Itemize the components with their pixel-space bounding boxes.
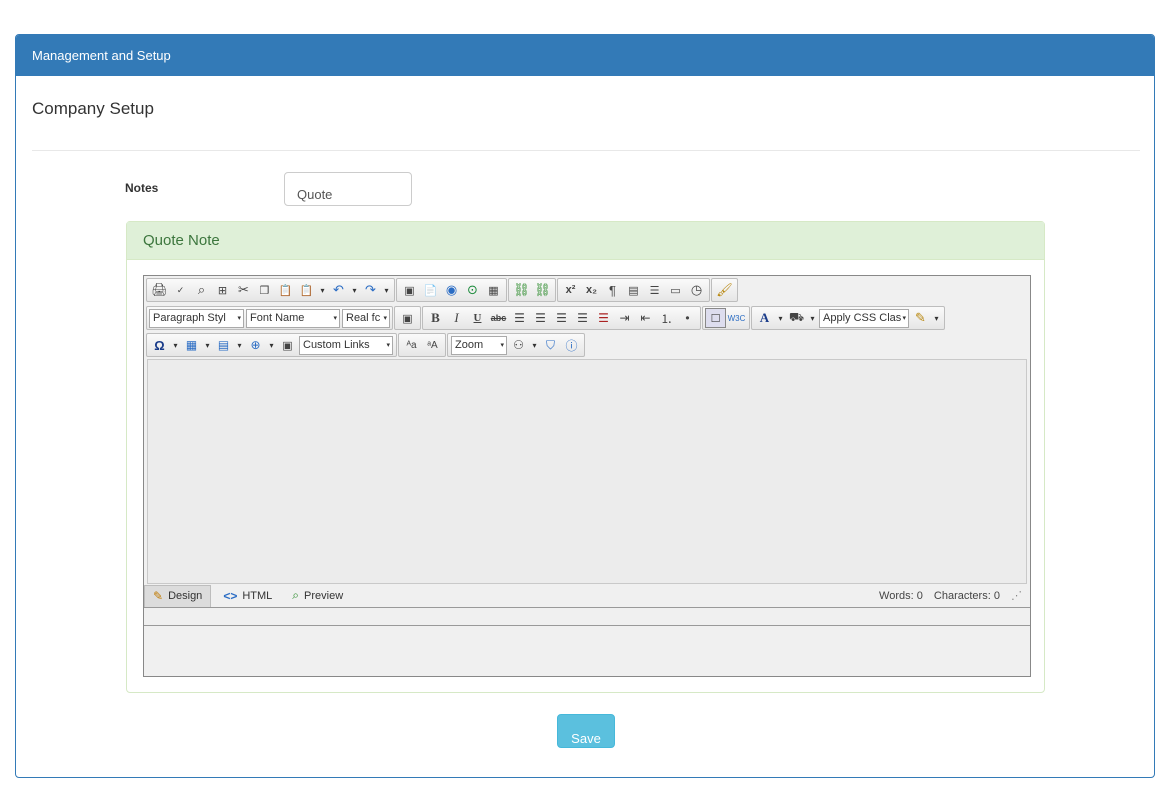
undo-icon[interactable]: ↶ [328, 280, 349, 300]
numbered-list-icon[interactable]: ⒈ [656, 308, 677, 328]
save-button[interactable]: Save [557, 714, 615, 748]
track-changes-icon[interactable]: ⛉ [540, 335, 561, 355]
apply-css-class-dropdown[interactable]: Apply CSS Clas ▾ [819, 308, 909, 328]
clock-icon[interactable]: ◷ [686, 280, 707, 300]
insert-symbol-dropdown-icon[interactable]: ▾ [234, 335, 245, 355]
panel-heading: Management and Setup [16, 35, 1154, 76]
strikethrough-icon[interactable]: abc [488, 308, 509, 328]
pencil-icon: ✎ [153, 589, 164, 603]
print-icon[interactable]: 🖨 [149, 280, 170, 300]
insert-table-icon[interactable]: ▦ [181, 335, 202, 355]
editor-mode-bar: ✎ Design <> HTML ⌕ Preview Words: 0 Char… [144, 584, 1030, 608]
font-name-dropdown[interactable]: Font Name ▾ [246, 308, 340, 328]
code-icon: <> [223, 588, 238, 603]
notes-label: Notes [125, 181, 159, 195]
design-tab[interactable]: ✎ Design [144, 584, 212, 607]
format-sets-dropdown-icon[interactable]: ▾ [931, 308, 942, 328]
insert-symbol-icon[interactable]: ▤ [213, 335, 234, 355]
font-size-dropdown[interactable]: Real fc ▾ [342, 308, 390, 328]
about-icon[interactable]: ⓘ [561, 335, 582, 355]
redo-dropdown-icon[interactable]: ▾ [381, 280, 392, 300]
convert-uppercase-icon[interactable]: ᵃA [422, 335, 443, 355]
paste-dropdown-icon[interactable]: ▾ [317, 280, 328, 300]
html-tab[interactable]: <> HTML [215, 585, 280, 607]
convert-lowercase-icon[interactable]: ᴬa [401, 335, 422, 355]
word-count: Words: 0 [879, 590, 923, 602]
image-map-icon[interactable]: ▣ [277, 335, 298, 355]
find-icon[interactable]: ⌕ [191, 280, 212, 300]
cut-icon[interactable]: ✂ [233, 280, 254, 300]
outdent-icon[interactable]: ⇤ [635, 308, 656, 328]
xhtml-validator-icon[interactable]: W3C [726, 308, 747, 328]
module-manager-icon[interactable]: ⚇ [508, 335, 529, 355]
character-count: Characters: 0 [933, 590, 1000, 602]
image-manager-icon[interactable]: ▣ [399, 280, 420, 300]
back-color-icon[interactable]: ⛟ [786, 308, 807, 328]
paste-options-icon[interactable]: 📋 [296, 280, 317, 300]
word-character-counts: Words: 0 Characters: 0 ⋰ [871, 589, 1030, 602]
indent-icon[interactable]: ⇥ [614, 308, 635, 328]
resize-grip-icon[interactable]: ⋰ [1011, 590, 1022, 602]
toolbar-row-1: 🖨 ✓ ⌕ ⊞ ✂ ❐ 📋 📋 ▾ ↶ ▾ ↷ ▾ ▣ 📄 ◉ ⊙ ▦ ⛓ ⛓ … [144, 277, 739, 303]
redo-icon[interactable]: ↷ [360, 280, 381, 300]
toggle-borders-icon[interactable]: ☐ [705, 308, 726, 328]
notes-select[interactable]: Quote [284, 172, 412, 206]
preview-tab[interactable]: ⌕ Preview [284, 585, 351, 607]
page-title: Company Setup [32, 99, 154, 118]
subscript-icon[interactable]: x₂ [581, 280, 602, 300]
rich-text-editor: 🖨 ✓ ⌕ ⊞ ✂ ❐ 📋 📋 ▾ ↶ ▾ ↷ ▾ ▣ 📄 ◉ ⊙ ▦ ⛓ ⛓ … [143, 275, 1031, 677]
special-characters-icon[interactable]: Ω [149, 335, 170, 355]
bulleted-list-icon[interactable]: • [677, 308, 698, 328]
management-panel: Management and Setup Company Setup Notes… [15, 34, 1155, 778]
underline-icon[interactable]: U [467, 308, 488, 328]
insert-form-icon[interactable]: ⊕ [245, 335, 266, 355]
form-element-icon[interactable]: ▤ [623, 280, 644, 300]
align-center-icon[interactable]: ☰ [530, 308, 551, 328]
special-characters-dropdown-icon[interactable]: ▾ [170, 335, 181, 355]
quote-note-heading: Quote Note [127, 222, 1044, 260]
module-manager-dropdown-icon[interactable]: ▾ [529, 335, 540, 355]
template-manager-icon[interactable]: ▦ [483, 280, 504, 300]
remove-alignment-icon[interactable]: ☰ [593, 308, 614, 328]
select-all-icon[interactable]: ⊞ [212, 280, 233, 300]
superscript-icon[interactable]: x² [560, 280, 581, 300]
spellcheck-icon[interactable]: ✓ [170, 280, 191, 300]
snippet-icon[interactable]: ▭ [665, 280, 686, 300]
unlink-icon[interactable]: ⛓ [532, 280, 553, 300]
copy-icon[interactable]: ❐ [254, 280, 275, 300]
bold-icon[interactable]: B [425, 308, 446, 328]
align-right-icon[interactable]: ☰ [551, 308, 572, 328]
format-painter-icon[interactable]: 🖌 [714, 280, 735, 300]
zoom-dropdown[interactable]: Zoom ▾ [451, 335, 507, 355]
toolbar-row-3: Ω ▾ ▦ ▾ ▤ ▾ ⊕ ▾ ▣ Custom Links ▾ ᴬa ᵃA Z… [144, 332, 586, 358]
magnifier-icon: ⌕ [292, 588, 300, 602]
justify-icon[interactable]: ☰ [572, 308, 593, 328]
italic-icon[interactable]: I [446, 308, 467, 328]
format-stripper-icon[interactable]: ☰ [644, 280, 665, 300]
insert-table-dropdown-icon[interactable]: ▾ [202, 335, 213, 355]
undo-dropdown-icon[interactable]: ▾ [349, 280, 360, 300]
hyperlink-icon[interactable]: ⛓ [511, 280, 532, 300]
back-color-dropdown-icon[interactable]: ▾ [807, 308, 818, 328]
paste-icon[interactable]: 📋 [275, 280, 296, 300]
custom-links-dropdown[interactable]: Custom Links ▾ [299, 335, 393, 355]
toolbar-row-2: Paragraph Styl ▾ Font Name ▾ Real fc ▾ ▣ B … [144, 305, 946, 331]
quote-note-panel: Quote Note 🖨 ✓ ⌕ ⊞ ✂ ❐ 📋 📋 ▾ ↶ ▾ ↷ ▾ ▣ 📄… [126, 221, 1045, 693]
paragraph-style-dropdown[interactable]: Paragraph Styl ▾ [149, 308, 244, 328]
paragraph-mark-icon[interactable]: ¶ [602, 280, 623, 300]
insert-form-dropdown-icon[interactable]: ▾ [266, 335, 277, 355]
document-manager-icon[interactable]: 📄 [420, 280, 441, 300]
divider [32, 150, 1140, 151]
fore-color-dropdown-icon[interactable]: ▾ [775, 308, 786, 328]
align-left-icon[interactable]: ☰ [509, 308, 530, 328]
flash-manager-icon[interactable]: ◉ [441, 280, 462, 300]
image-properties-icon[interactable]: ▣ [397, 308, 418, 328]
fore-color-icon[interactable]: A [754, 308, 775, 328]
status-divider [144, 625, 1030, 626]
editor-content-area[interactable] [147, 359, 1027, 584]
format-sets-icon[interactable]: ✎ [910, 308, 931, 328]
media-manager-icon[interactable]: ⊙ [462, 280, 483, 300]
